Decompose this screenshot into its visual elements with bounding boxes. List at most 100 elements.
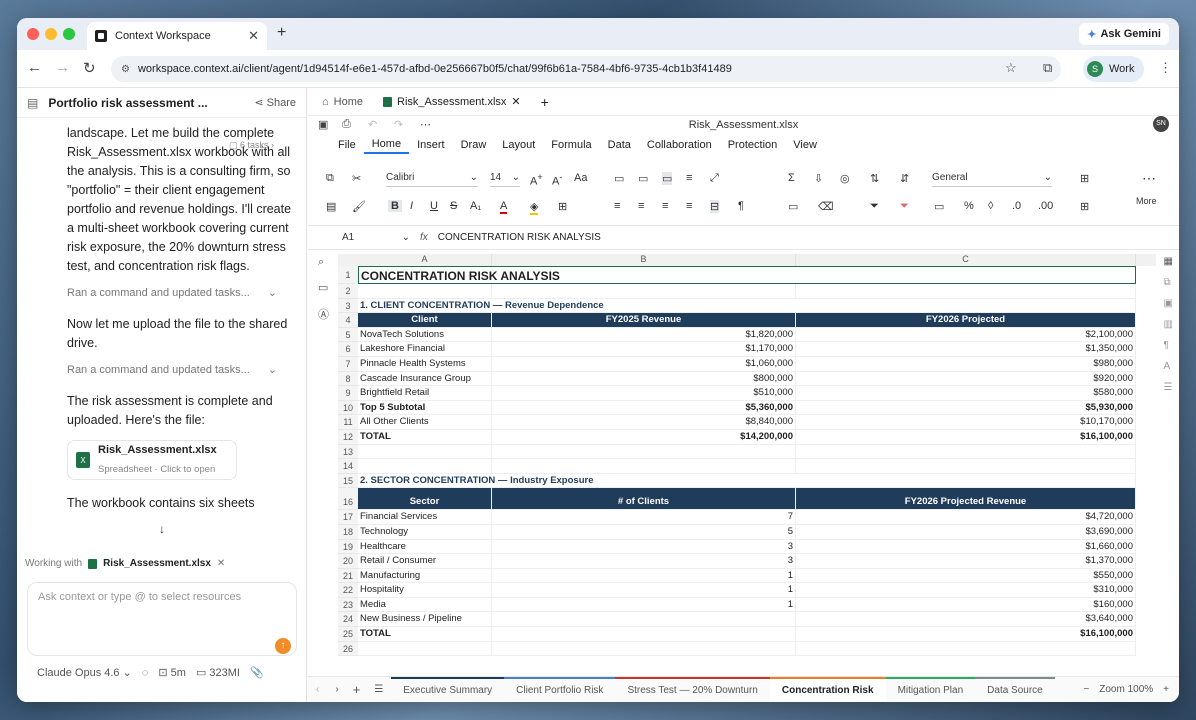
minimize-window-button[interactable] [45,28,57,40]
row-number[interactable]: 3 [338,298,358,314]
close-window-button[interactable] [27,28,39,40]
row-number[interactable]: 10 [338,400,358,416]
zoom-in-icon[interactable]: + [1163,684,1169,695]
column-header-b[interactable]: B [492,254,796,266]
merge-cells-icon[interactable]: ⊟ [710,200,720,213]
prev-sheet-icon[interactable]: ‹ [308,684,327,695]
back-arrow-icon[interactable]: ← [27,59,42,76]
cell-b[interactable]: 1 [492,597,796,613]
browser-tab-context-workspace[interactable]: Context Workspace ✕ [87,22,267,50]
send-button[interactable]: ↑ [275,638,291,654]
borders-icon[interactable]: ⊞ [558,200,567,213]
copy-panel-icon[interactable]: ⧉ [1164,277,1173,288]
strikethrough-button[interactable]: S [450,200,457,212]
add-tab-button[interactable]: + [541,94,549,110]
row-number[interactable]: 9 [338,386,358,401]
name-box[interactable]: A1 ⌄ [342,232,410,243]
sheet-tab[interactable]: Stress Test — 20% Downturn [615,676,770,703]
row-number[interactable]: 16 [338,488,358,511]
chat-title[interactable]: Portfolio risk assessment ... [48,96,244,110]
insert-rows-icon[interactable]: ⊞ [1080,200,1089,213]
cell-a[interactable]: Cascade Insurance Group [358,371,492,387]
cell-a[interactable]: Manufacturing [358,568,492,584]
cell-b[interactable]: 7 [492,510,796,525]
comment-icon[interactable]: ▭ [318,281,329,294]
zoom-control[interactable]: − Zoom 100% + [1083,684,1179,695]
font-size-select[interactable]: 14 ⌄ [490,169,520,187]
decrease-font-icon[interactable]: A- [552,172,562,188]
cut-icon[interactable]: ✂ [352,172,361,185]
row-number[interactable]: 4 [338,313,358,328]
font-family-select[interactable]: Calibri ⌄ [386,169,478,187]
tool-step-collapsed[interactable]: Ran a command and updated tasks... ⌄ [67,361,277,380]
row-number[interactable]: 21 [338,568,358,584]
menu-collaboration[interactable]: Collaboration [639,137,720,153]
align-left-icon[interactable]: ≡ [614,200,620,212]
cell-c[interactable]: $3,690,000 [796,524,1136,540]
row-number[interactable]: 8 [338,371,358,387]
sheet-list-icon[interactable]: ☰ [366,684,391,695]
cell-c[interactable]: $3,640,000 [796,612,1136,628]
cell-c[interactable]: $550,000 [796,568,1136,584]
cell-c[interactable] [796,284,1136,299]
cell-a[interactable]: TOTAL [358,627,492,642]
cell-a[interactable] [358,444,492,460]
cell-b[interactable] [492,444,796,460]
spellcheck-icon[interactable]: Ⓐ [318,306,329,322]
fill-color-icon[interactable]: ◈ [530,200,539,215]
row-number[interactable]: 19 [338,539,358,555]
row-number[interactable]: 6 [338,342,358,357]
cell-a[interactable]: Healthcare [358,539,492,555]
cell-b[interactable]: $1,170,000 [492,342,796,357]
row-number[interactable]: 15 [338,473,358,489]
cell-c[interactable]: $980,000 [796,356,1136,372]
cell-b[interactable]: $8,840,000 [492,415,796,430]
spreadsheet-grid[interactable]: A B C 1 CONCENTRATION RISK ANALYSIS 2 3 1. C… [338,254,1156,664]
chart-panel-icon[interactable]: ▥ [1164,319,1173,330]
file-attachment-card[interactable]: X Risk_Assessment.xlsx Spreadsheet · Cli… [67,440,237,480]
cell-c[interactable] [796,459,1136,474]
align-middle-icon[interactable]: ▭ [638,172,648,185]
sheet-tab[interactable]: Executive Summary [391,676,505,703]
increase-decimal-icon[interactable]: .0 [1012,200,1021,212]
sort-descending-icon[interactable]: ⇵ [900,172,909,185]
menu-formula[interactable]: Formula [543,137,599,153]
tool-step-collapsed[interactable]: Ran a command and updated tasks... ⌄ [67,284,277,303]
decrease-decimal-icon[interactable]: .00 [1038,200,1053,212]
cell-a[interactable]: 2. SECTOR CONCENTRATION — Industry Expos… [358,473,1136,489]
indent-icon[interactable]: ¶ [738,200,744,212]
cell-c[interactable]: $1,370,000 [796,554,1136,569]
url-bar[interactable]: ⚙ workspace.context.ai/client/agent/1d94… [111,56,1061,82]
profile-button[interactable]: S Work [1083,56,1145,82]
font-color-icon[interactable]: A [500,200,508,214]
cell-a[interactable]: NovaTech Solutions [358,327,492,343]
tab-risk-assessment[interactable]: Risk_Assessment.xlsx ✕ [383,95,521,108]
close-tab-icon[interactable]: ✕ [511,95,520,108]
cell-b[interactable]: 1 [492,568,796,584]
cell-b[interactable] [492,612,796,628]
sheet-tab[interactable]: Concentration Risk [769,676,886,702]
column-header-c[interactable]: C [796,254,1136,266]
currency-icon[interactable]: ▭ [934,200,944,213]
menu-draw[interactable]: Draw [453,137,495,153]
row-number[interactable]: 7 [338,356,358,372]
cell-a[interactable]: Lakeshore Financial [358,342,492,357]
cell-c[interactable]: $160,000 [796,597,1136,613]
text-panel-icon[interactable]: A [1164,361,1173,372]
cell-a[interactable]: Hospitality [358,583,492,598]
row-number[interactable]: 5 [338,327,358,343]
cell-c[interactable]: FY2026 Projected [796,313,1136,328]
zoom-out-icon[interactable]: − [1083,684,1089,695]
model-selector[interactable]: Claude Opus 4.6 ⌄ [37,666,132,679]
notes-panel-icon[interactable]: ☰ [1164,382,1173,393]
ask-gemini-button[interactable]: ✦ Ask Gemini [1079,23,1169,45]
cell-a[interactable]: Pinnacle Health Systems [358,356,492,372]
cell-b[interactable] [492,284,796,299]
cell-c[interactable] [796,641,1136,657]
cell-b[interactable]: # of Clients [492,488,796,511]
cell-b[interactable] [492,459,796,474]
cell-a[interactable]: 1. CLIENT CONCENTRATION — Revenue Depend… [358,298,1136,314]
remove-file-icon[interactable]: ✕ [217,558,225,569]
orientation-icon[interactable]: ⤢ [710,172,719,185]
share-button[interactable]: ⋖ Share [254,96,296,109]
